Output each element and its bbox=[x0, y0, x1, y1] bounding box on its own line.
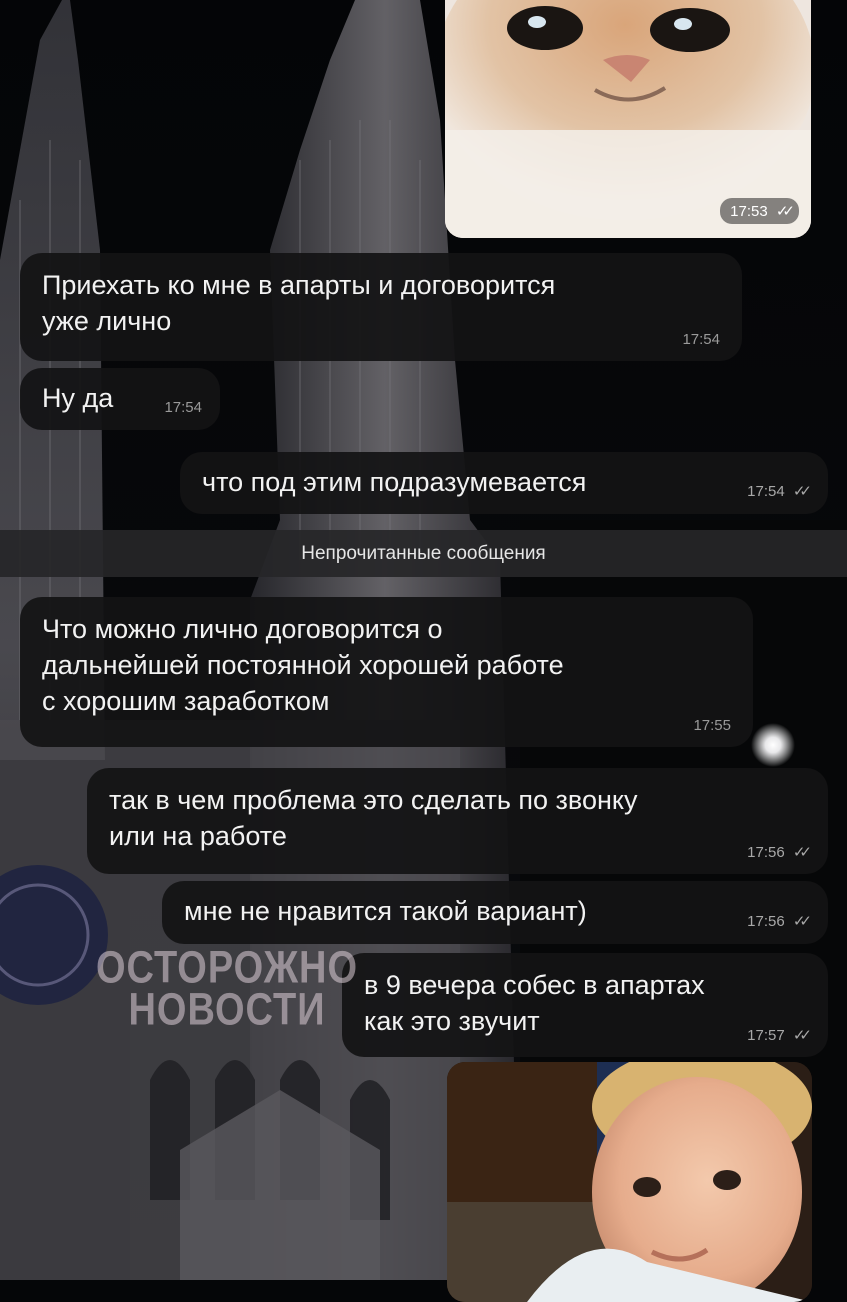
message-time-status: 17:54 ✓✓ bbox=[747, 483, 812, 501]
watermark-line: НОВОСТИ bbox=[128, 984, 326, 1036]
read-check-icon: ✓✓ bbox=[792, 483, 812, 500]
message-time-status: 17:57 ✓✓ bbox=[747, 1027, 812, 1045]
message-text-line: или на работе bbox=[109, 821, 287, 851]
message-outgoing[interactable]: так в чем проблема это сделать по звонку… bbox=[87, 768, 828, 874]
photo-time: 17:53 bbox=[730, 203, 768, 220]
read-check-icon: ✓✓ bbox=[792, 844, 812, 861]
message-time: 17:56 bbox=[747, 913, 785, 930]
message-text-line: дальнейшей постоянной хорошей работе bbox=[42, 650, 564, 680]
photo-timestamp: 17:53 ✓✓ bbox=[720, 198, 799, 224]
message-time: 17:54 bbox=[682, 331, 720, 348]
message-text-line: в 9 вечера собес в апартах bbox=[364, 970, 705, 1000]
message-text-line: как это звучит bbox=[364, 1006, 540, 1036]
read-check-icon: ✓✓ bbox=[775, 203, 795, 220]
message-incoming[interactable]: Приехать ко мне в апарты и договорится у… bbox=[20, 253, 742, 361]
message-text-line: так в чем проблема это сделать по звонку bbox=[109, 785, 638, 815]
message-time-status: 17:56 ✓✓ bbox=[747, 913, 812, 931]
message-text-line: Что можно лично договорится о bbox=[42, 614, 443, 644]
read-check-icon: ✓✓ bbox=[792, 1027, 812, 1044]
message-text-line: с хорошим заработком bbox=[42, 686, 330, 716]
message-time: 17:57 bbox=[747, 1027, 785, 1044]
message-incoming[interactable]: Что можно лично договорится о дальнейшей… bbox=[20, 597, 753, 747]
message-time: 17:55 bbox=[693, 717, 731, 734]
cat-photo-message[interactable]: 17:53 ✓✓ bbox=[445, 0, 811, 238]
message-time-status: 17:56 ✓✓ bbox=[747, 844, 812, 862]
message-time: 17:54 bbox=[164, 399, 202, 416]
message-time: 17:56 bbox=[747, 844, 785, 861]
message-time: 17:54 bbox=[747, 483, 785, 500]
child-photo-message[interactable] bbox=[447, 1062, 812, 1302]
message-text-line: уже лично bbox=[42, 306, 172, 336]
toddler-photo-image bbox=[447, 1062, 812, 1302]
unread-messages-divider: Непрочитанные сообщения bbox=[0, 530, 847, 577]
message-text-line: мне не нравится такой вариант) bbox=[184, 896, 587, 926]
read-check-icon: ✓✓ bbox=[792, 913, 812, 930]
message-incoming[interactable]: Ну да 17:54 bbox=[20, 368, 220, 430]
message-outgoing[interactable]: в 9 вечера собес в апартах как это звучи… bbox=[342, 953, 828, 1057]
unread-divider-label: Непрочитанные сообщения bbox=[301, 542, 546, 564]
message-text-line: Приехать ко мне в апарты и договорится bbox=[42, 270, 556, 300]
news-watermark: ОСТОРОЖНО НОВОСТИ bbox=[92, 944, 362, 1038]
message-outgoing[interactable]: что под этим подразумевается 17:54 ✓✓ bbox=[180, 452, 828, 514]
message-outgoing[interactable]: мне не нравится такой вариант) 17:56 ✓✓ bbox=[162, 881, 828, 944]
message-text-line: что под этим подразумевается bbox=[202, 467, 587, 497]
